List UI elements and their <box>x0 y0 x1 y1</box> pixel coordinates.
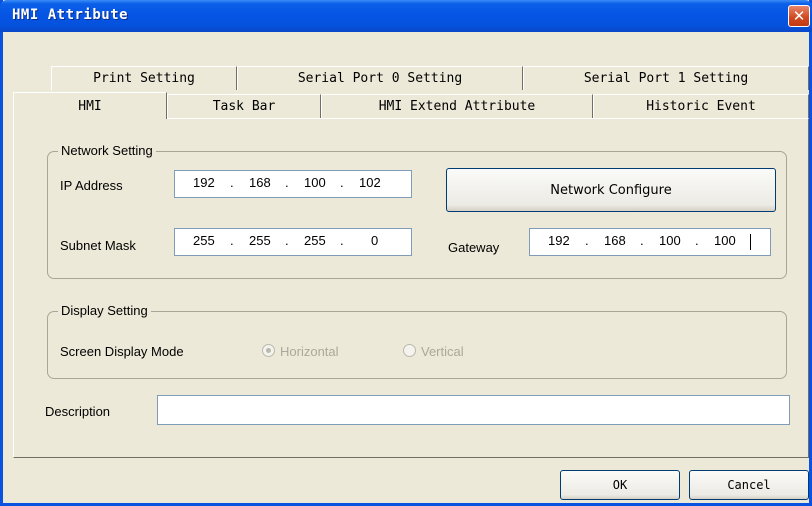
radio-horizontal-label: Horizontal <box>280 344 339 359</box>
tab-serial-port-1-setting[interactable]: Serial Port 1 Setting <box>523 66 809 90</box>
tab-print-setting[interactable]: Print Setting <box>51 66 237 90</box>
ip-octet: 100 <box>659 233 681 248</box>
ip-octet: 255 <box>304 233 326 248</box>
ip-dot: . <box>695 233 699 248</box>
tab-hmi-extend-attribute[interactable]: HMI Extend Attribute <box>321 94 593 118</box>
gateway-field[interactable]: 192 . 168 . 100 . 100 <box>529 228 771 256</box>
ip-octet: 168 <box>604 233 626 248</box>
network-configure-button[interactable]: Network Configure <box>446 168 776 212</box>
group-title: Network Setting <box>58 143 156 158</box>
ip-octet: 100 <box>714 233 736 248</box>
group-title: Display Setting <box>58 303 151 318</box>
tab-serial-port-0-setting[interactable]: Serial Port 0 Setting <box>237 66 523 90</box>
ip-address-label: IP Address <box>60 178 123 193</box>
tab-hmi[interactable]: HMI <box>13 92 167 119</box>
tab-label: Serial Port 0 Setting <box>297 71 463 86</box>
display-setting-group: Display Setting Screen Display Mode Hori… <box>47 303 787 379</box>
ip-dot: . <box>230 175 234 190</box>
subnet-mask-field[interactable]: 255 . 255 . 255 . 0 <box>174 228 412 256</box>
button-label: Network Configure <box>550 182 672 198</box>
ok-button[interactable]: OK <box>560 470 680 500</box>
ip-octet: 100 <box>304 175 326 190</box>
description-field[interactable] <box>157 395 790 425</box>
ip-octet: 0 <box>371 233 379 248</box>
ip-octet: 192 <box>193 175 215 190</box>
title-bar[interactable]: HMI Attribute ✕ <box>0 0 812 32</box>
button-label: OK <box>612 478 628 492</box>
tab-label: Historic Event <box>646 99 756 114</box>
radio-horizontal[interactable] <box>262 344 275 357</box>
ip-dot: . <box>285 233 289 248</box>
tab-task-bar[interactable]: Task Bar <box>167 94 321 118</box>
ip-octet: 192 <box>548 233 570 248</box>
description-label: Description <box>45 404 111 419</box>
text-caret <box>750 234 751 250</box>
screen-display-mode-label: Screen Display Mode <box>60 344 184 359</box>
radio-selected-dot <box>266 348 271 353</box>
ip-octet: 255 <box>193 233 215 248</box>
cancel-button[interactable]: Cancel <box>689 470 809 500</box>
ip-octet: 168 <box>249 175 271 190</box>
button-label: Cancel <box>727 478 771 492</box>
gateway-label: Gateway <box>448 240 500 255</box>
network-setting-group: Network Setting IP Address 192 . 168 . 1… <box>47 143 787 279</box>
dialog-window: HMI Attribute ✕ Print Setting Serial Por… <box>0 0 812 506</box>
tab-label: Task Bar <box>212 99 276 114</box>
ip-dot: . <box>585 233 589 248</box>
ip-octet: 255 <box>249 233 271 248</box>
tab-panel-hmi: Network Setting IP Address 192 . 168 . 1… <box>13 118 809 458</box>
tab-label: HMI Extend Attribute <box>378 99 536 114</box>
ip-dot: . <box>340 175 344 190</box>
tab-label: Print Setting <box>93 71 195 86</box>
tab-label: Serial Port 1 Setting <box>583 71 749 86</box>
radio-vertical-label: Vertical <box>421 344 464 359</box>
ip-dot: . <box>340 233 344 248</box>
tab-historic-event[interactable]: Historic Event <box>593 94 809 118</box>
ip-dot: . <box>230 233 234 248</box>
ip-address-field[interactable]: 192 . 168 . 100 . 102 <box>174 170 412 198</box>
ip-dot: . <box>285 175 289 190</box>
tab-label: HMI <box>78 98 102 114</box>
close-button[interactable]: ✕ <box>788 5 810 27</box>
close-icon: ✕ <box>792 6 806 25</box>
radio-vertical[interactable] <box>403 344 416 357</box>
ip-dot: . <box>640 233 644 248</box>
subnet-mask-label: Subnet Mask <box>60 238 136 253</box>
window-title: HMI Attribute <box>12 7 129 23</box>
ip-octet: 102 <box>359 175 381 190</box>
